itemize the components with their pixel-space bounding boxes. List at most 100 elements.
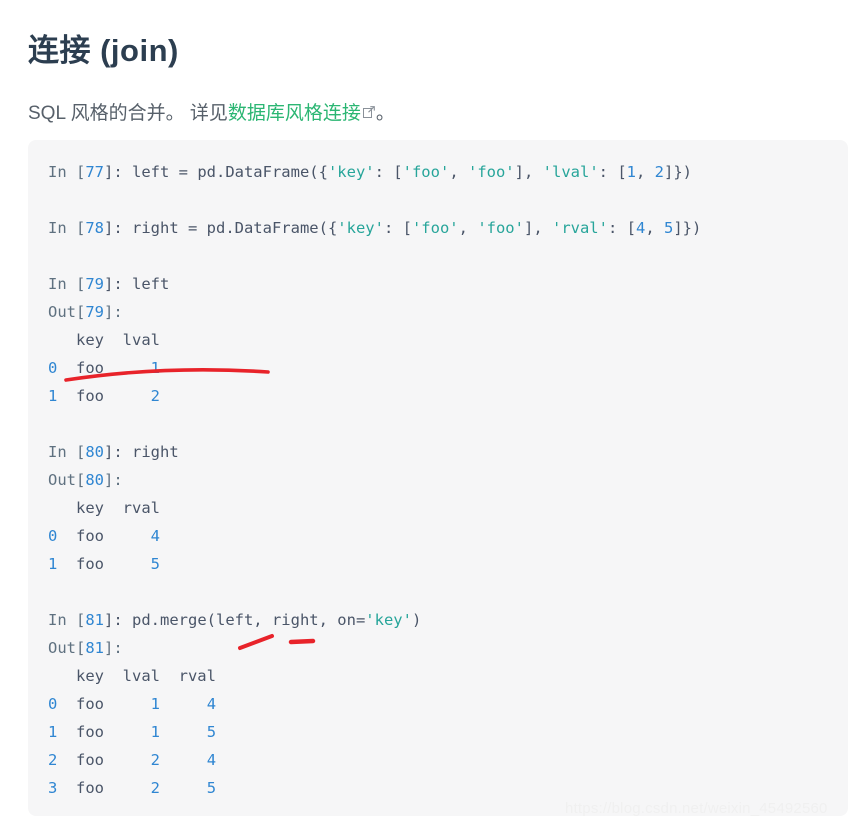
code-token: foo [57, 723, 151, 741]
code-token: key lval [48, 331, 160, 349]
intro-paragraph: SQL 风格的合并。 详见数据库风格连接。 [28, 99, 395, 129]
watermark: https://blog.csdn.net/weixin_45492560 [565, 800, 828, 817]
code-token: 'foo' [467, 163, 515, 181]
code-token: 4 [206, 695, 217, 713]
code-line-in-80: In [80]: right [48, 438, 848, 466]
code-token: ]: [104, 471, 123, 489]
code-line-in-78: In [78]: right = pd.DataFrame({'key': ['… [48, 214, 848, 242]
documentation-page: 连接 (join) SQL 风格的合并。 详见数据库风格连接。 In [77]:… [0, 0, 848, 826]
code-token: foo [57, 695, 151, 713]
code-token: In [ [48, 219, 86, 237]
code-token: 0 [48, 695, 58, 713]
code-line-blank-1 [48, 186, 848, 214]
code-token: foo [57, 359, 151, 377]
external-link-icon [362, 106, 375, 118]
code-token: 0 [48, 527, 58, 545]
code-line-out-80-row-0: 0 foo 4 [48, 522, 848, 550]
code-token: 5 [206, 723, 217, 741]
code-line-blank-3 [48, 410, 848, 438]
code-content: In [77]: left = pd.DataFrame({'key': ['f… [48, 158, 848, 802]
code-token: foo [57, 751, 151, 769]
code-token: ]: left = pd.DataFrame({ [104, 163, 328, 181]
code-token: , [458, 219, 478, 237]
code-token: 2 [48, 751, 58, 769]
code-token: 2 [654, 163, 665, 181]
code-token: 'foo' [477, 219, 524, 237]
code-token: 79 [85, 303, 104, 321]
code-token: 5 [664, 219, 674, 237]
code-token: Out[ [48, 303, 86, 321]
code-token: 1 [48, 387, 58, 405]
code-line-out-79-head: Out[79]: [48, 298, 848, 326]
code-token: ]: right [104, 443, 179, 461]
code-token: foo [57, 387, 151, 405]
code-token: 'foo' [402, 163, 450, 181]
code-line-out-81-row-2: 2 foo 2 4 [48, 746, 848, 774]
code-token: 2 [150, 387, 161, 405]
code-token: 1 [48, 723, 58, 741]
code-token: key rval [48, 499, 160, 517]
code-block[interactable]: In [77]: left = pd.DataFrame({'key': ['f… [28, 140, 848, 816]
code-token: 80 [85, 443, 104, 461]
intro-text-after: 。 [375, 103, 395, 124]
code-token: ]: left [104, 275, 170, 293]
code-token: 0 [48, 359, 58, 377]
code-token: ]: pd.merge(left, right, on= [104, 611, 366, 629]
code-token: 'rval' [551, 219, 608, 237]
code-token: 'foo' [411, 219, 459, 237]
code-token: : [ [607, 219, 636, 237]
code-line-out-81-head: Out[81]: [48, 634, 848, 662]
code-token: 1 [48, 555, 58, 573]
code-token: 80 [85, 471, 104, 489]
code-token: 1 [150, 723, 161, 741]
code-line-out-81-cols: key lval rval [48, 662, 848, 690]
code-line-out-79-row-0: 0 foo 1 [48, 354, 848, 382]
code-token: : [ [383, 219, 412, 237]
code-token: ]: [104, 303, 123, 321]
code-token: ]: [104, 639, 123, 657]
code-token: foo [57, 779, 151, 797]
code-token: 4 [635, 219, 646, 237]
code-token: 'key' [365, 611, 412, 629]
code-token: 78 [85, 219, 104, 237]
code-token: 1 [150, 359, 161, 377]
code-line-in-81: In [81]: pd.merge(left, right, on='key') [48, 606, 848, 634]
code-token: 2 [150, 779, 161, 797]
database-style-join-link[interactable]: 数据库风格连接 [228, 103, 361, 124]
code-line-out-80-row-1: 1 foo 5 [48, 550, 848, 578]
intro-text-before: SQL 风格的合并。 详见 [28, 103, 228, 124]
code-token: , [645, 219, 664, 237]
code-token: 4 [150, 527, 161, 545]
code-token: 4 [206, 751, 217, 769]
code-token: 3 [48, 779, 58, 797]
code-token: 1 [150, 695, 161, 713]
code-token: 5 [206, 779, 217, 797]
code-line-out-81-row-1: 1 foo 1 5 [48, 718, 848, 746]
code-token: foo [57, 527, 151, 545]
code-line-out-81-row-0: 0 foo 1 4 [48, 690, 848, 718]
code-token: ], [514, 163, 543, 181]
code-line-out-80-cols: key rval [48, 494, 848, 522]
code-token: : [ [598, 163, 627, 181]
code-token: 'key' [337, 219, 384, 237]
code-token: Out[ [48, 639, 86, 657]
code-token: In [ [48, 443, 86, 461]
code-token: In [ [48, 611, 86, 629]
code-line-out-79-row-1: 1 foo 2 [48, 382, 848, 410]
code-line-blank-2 [48, 242, 848, 270]
code-token: 1 [626, 163, 636, 181]
code-line-out-79-cols: key lval [48, 326, 848, 354]
code-token: 79 [85, 275, 104, 293]
code-line-out-80-head: Out[80]: [48, 466, 848, 494]
code-token: 5 [150, 555, 161, 573]
code-token: foo [57, 555, 151, 573]
code-line-in-77: In [77]: left = pd.DataFrame({'key': ['f… [48, 158, 848, 186]
code-token: Out[ [48, 471, 86, 489]
code-token: ], [523, 219, 552, 237]
code-token: ]}) [664, 163, 693, 181]
code-token: , [449, 163, 468, 181]
code-token: , [636, 163, 655, 181]
